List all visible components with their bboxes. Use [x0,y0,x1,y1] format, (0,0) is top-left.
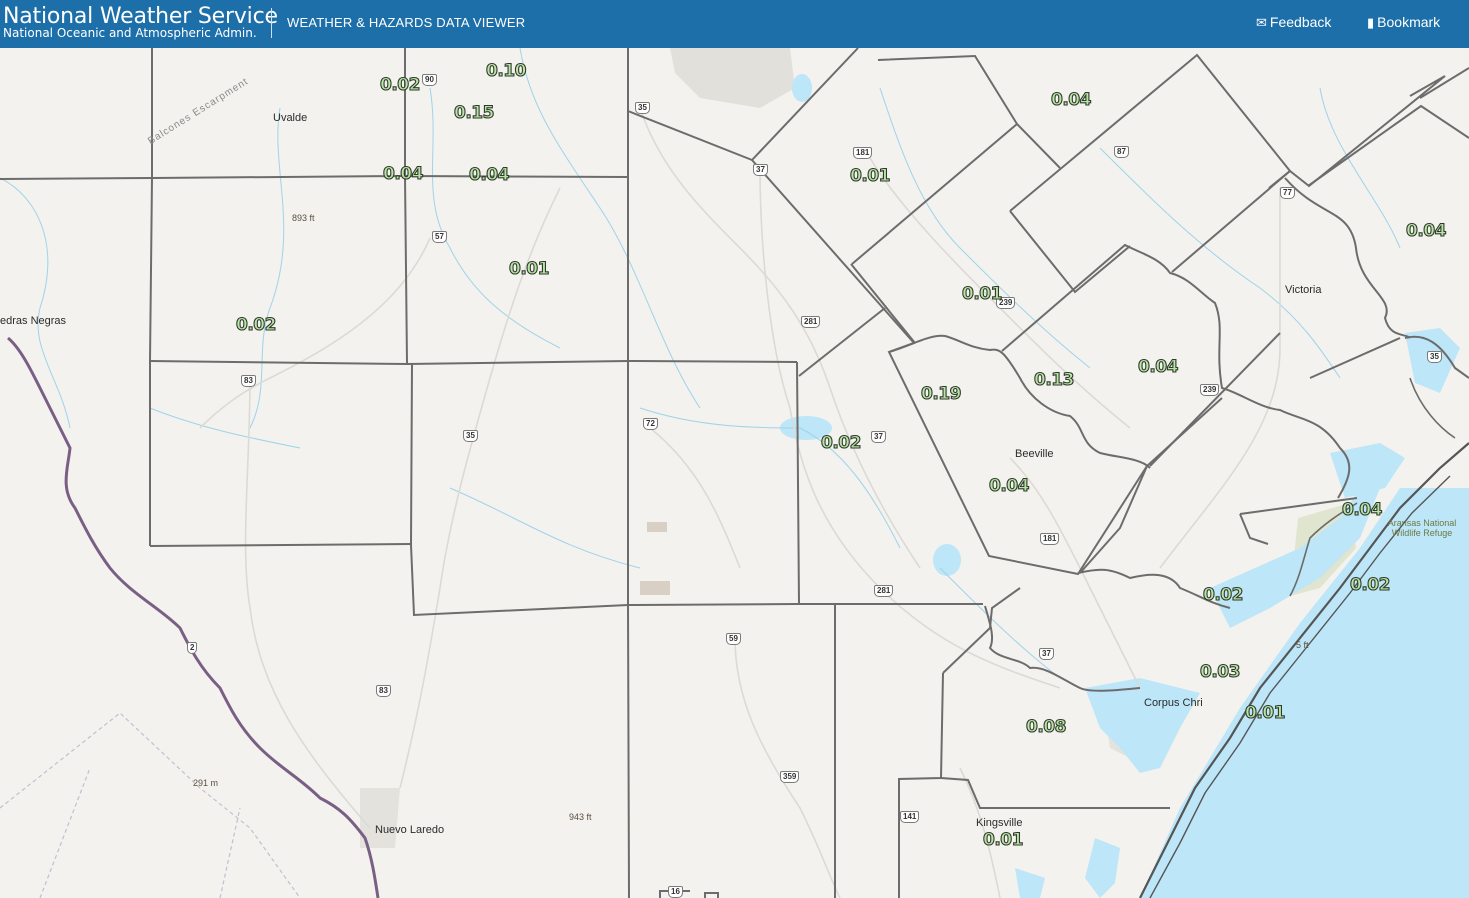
qpf-label[interactable]: 0.19 [920,385,962,403]
qpf-label[interactable]: 0.01 [961,285,1003,303]
qpf-label[interactable]: 0.02 [1202,586,1244,604]
place-label: Victoria [1285,284,1322,296]
place-label: Corpus Chri [1144,697,1203,709]
route-shield: 359 [780,771,800,783]
qpf-label[interactable]: 0.04 [1050,91,1092,109]
header-divider [271,8,272,38]
qpf-label[interactable]: 0.03 [1199,663,1241,681]
qpf-label[interactable]: 0.01 [982,831,1024,849]
route-shield: 35 [463,430,478,442]
route-shield: 37 [1039,648,1054,660]
qpf-label[interactable]: 0.01 [508,260,550,278]
qpf-label[interactable]: 0.15 [453,104,495,122]
route-shield: 16 [668,886,683,898]
app-header: National Weather Service National Oceani… [0,0,1469,48]
elevation-label: 943 ft [569,812,592,822]
route-shield: 37 [753,164,768,176]
qpf-label[interactable]: 0.04 [988,477,1030,495]
route-shield: 87 [1114,146,1129,158]
place-label: Nuevo Laredo [375,824,445,836]
place-label: edras Negras [0,315,67,327]
bookmark-button[interactable]: ▮ Bookmark [1367,13,1440,32]
route-shield: 83 [376,685,391,697]
bookmark-icon: ▮ [1367,15,1375,30]
qpf-label[interactable]: 0.01 [1244,704,1286,722]
route-shield: 35 [635,102,650,114]
elevation-label: 291 m [193,778,219,788]
route-shield: 83 [241,375,256,387]
elevation-label: 5 ft [1296,640,1309,650]
qpf-label[interactable]: 0.04 [382,165,424,183]
route-shield: 281 [874,585,894,597]
route-shield: 37 [871,431,886,443]
place-label: Uvalde [273,112,308,124]
envelope-icon: ✉ [1256,15,1267,30]
qpf-label[interactable]: 0.13 [1033,371,1075,389]
qpf-label[interactable]: 0.02 [1349,576,1391,594]
route-shield: 239 [1200,384,1220,396]
qpf-label[interactable]: 0.04 [1341,501,1383,519]
brand-title[interactable]: National Weather Service [3,6,278,28]
route-shield: 181 [853,147,873,159]
bookmark-label: Bookmark [1377,14,1441,30]
route-shield: 281 [801,316,821,328]
route-shield: 72 [643,418,658,430]
brand-subtitle: National Oceanic and Atmospheric Admin. [3,26,257,40]
app-title: WEATHER & HAZARDS DATA VIEWER [287,15,526,30]
basemap-graphics [0,48,1469,898]
route-shield: 57 [432,231,447,243]
elevation-label: 893 ft [292,213,315,223]
route-shield: 59 [726,633,741,645]
feedback-label: Feedback [1269,14,1332,30]
map-canvas[interactable]: 893 ft 943 ft 291 m 5 ft Balcones Escarp… [0,48,1469,898]
qpf-label[interactable]: 0.04 [1137,358,1179,376]
qpf-label[interactable]: 0.02 [235,316,277,334]
place-label: Beeville [1015,448,1054,460]
route-shield: 141 [900,811,920,823]
route-shield: 90 [422,74,437,86]
route-shield: 77 [1280,187,1295,199]
qpf-label[interactable]: 0.04 [1405,222,1447,240]
place-label: Kingsville [976,817,1023,829]
qpf-label[interactable]: 0.04 [468,166,510,184]
qpf-label[interactable]: 0.10 [485,62,527,80]
qpf-label[interactable]: 0.02 [379,76,421,94]
refuge-label: Aransas National Wildlife Refuge [1387,518,1457,538]
qpf-label[interactable]: 0.02 [820,434,862,452]
route-shield: 35 [1427,351,1442,363]
feedback-button[interactable]: ✉ Feedback [1256,13,1331,32]
route-shield: 181 [1040,533,1060,545]
qpf-label[interactable]: 0.01 [849,167,891,185]
qpf-label[interactable]: 0.08 [1025,718,1067,736]
